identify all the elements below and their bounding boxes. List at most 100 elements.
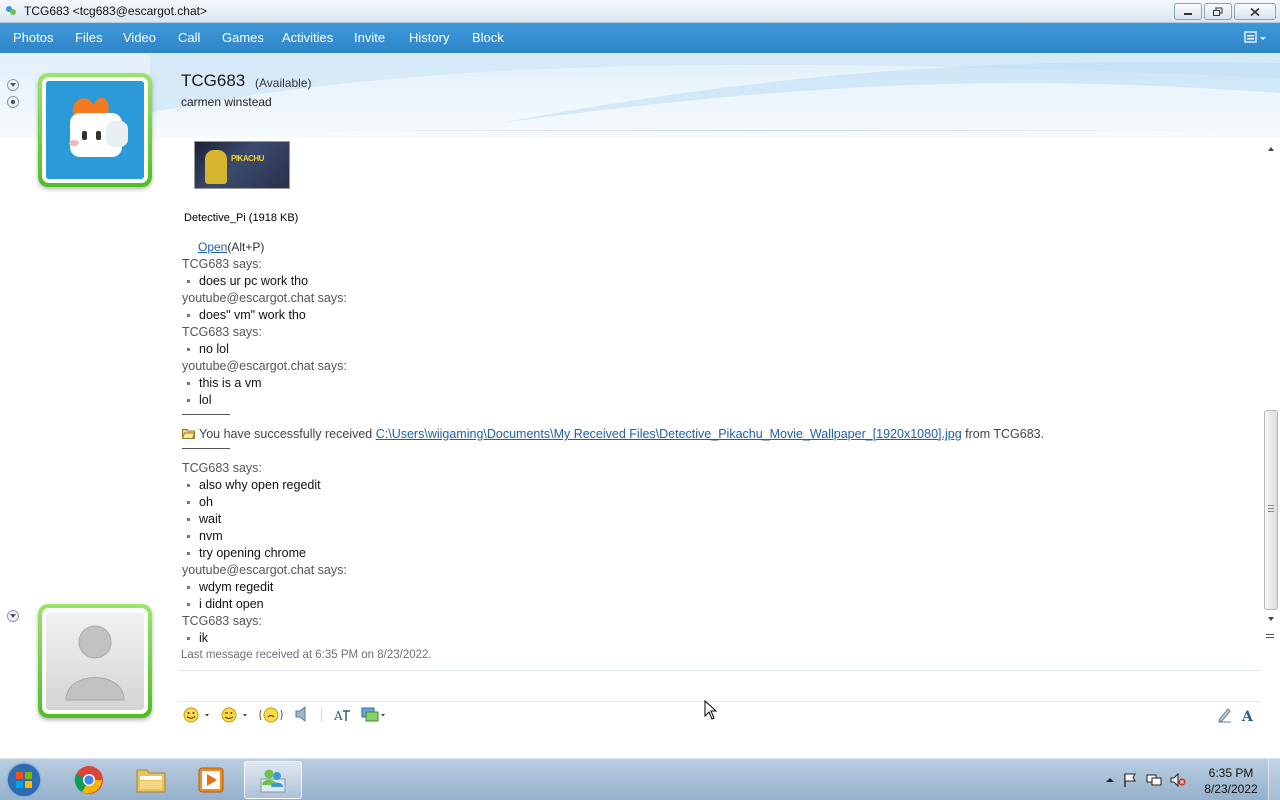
message-line: wdym regedit: [187, 580, 273, 594]
scrollbar-thumb[interactable]: [1264, 410, 1278, 610]
network-icon[interactable]: [1146, 773, 1162, 787]
open-shortcut: (Alt+P): [227, 240, 265, 254]
ink-pen-icon[interactable]: [1216, 706, 1234, 724]
message-line: no lol: [187, 342, 229, 356]
restore-button[interactable]: [1204, 3, 1232, 20]
menu-files[interactable]: Files: [75, 30, 102, 45]
thumbnail-figure: [205, 150, 227, 184]
file-caption: Detective_Pi (1918 KB): [184, 212, 299, 224]
sender-label: TCG683 says:: [182, 614, 262, 628]
last-message-status: Last message received at 6:35 PM on 8/23…: [181, 649, 432, 661]
menu-invite[interactable]: Invite: [354, 30, 385, 45]
message-line: ik: [187, 631, 208, 645]
contact-avatar[interactable]: [38, 73, 152, 187]
taskbar-explorer[interactable]: [122, 761, 180, 799]
collapse-arrow-button[interactable]: [7, 79, 19, 91]
svg-text:A: A: [1241, 709, 1254, 724]
minimize-button[interactable]: [1174, 3, 1202, 20]
menu-block[interactable]: Block: [472, 30, 504, 45]
separator: [182, 448, 230, 449]
taskbar-messenger[interactable]: [244, 761, 302, 799]
volume-muted-icon[interactable]: [1170, 773, 1186, 787]
menu-history[interactable]: History: [409, 30, 449, 45]
menu-games[interactable]: Games: [222, 30, 264, 45]
separator: [182, 414, 230, 415]
action-center-flag-icon[interactable]: [1122, 773, 1138, 787]
message-line: nvm: [187, 529, 223, 543]
chevron-down-icon: [10, 83, 16, 87]
title-bar: TCG683 <tcg683@escargot.chat>: [0, 0, 1280, 23]
folder-icon: [182, 429, 195, 439]
show-hidden-icons-icon[interactable]: [1102, 773, 1118, 787]
taskbar-clock[interactable]: 6:35 PM 8/23/2022: [1196, 765, 1266, 797]
voice-clip-button[interactable]: [292, 706, 312, 724]
menu-photos[interactable]: Photos: [13, 30, 53, 45]
message-line: does" vm" work tho: [187, 308, 306, 322]
mouse-cursor-icon: [704, 700, 718, 720]
window-title: TCG683 <tcg683@escargot.chat>: [24, 4, 207, 18]
svg-text:A: A: [333, 709, 343, 723]
status-toggle-button[interactable]: [7, 96, 19, 108]
open-file-row: Open(Alt+P): [198, 240, 264, 254]
status-dot-icon: [10, 99, 16, 105]
sender-label: youtube@escargot.chat says:: [182, 291, 347, 305]
message-line: oh: [187, 495, 213, 509]
media-player-icon: [198, 767, 224, 793]
restore-icon: [1213, 7, 1223, 16]
taskbar-chrome[interactable]: [60, 761, 118, 799]
default-user-icon: [46, 612, 144, 710]
clock-time: 6:35 PM: [1208, 766, 1254, 780]
wink-button[interactable]: [220, 706, 250, 724]
show-desktop-button[interactable]: [1268, 759, 1280, 800]
sender-label: youtube@escargot.chat says:: [182, 359, 347, 373]
menu-bar: Photos Files Video Call Games Activities…: [0, 23, 1280, 53]
menu-video[interactable]: Video: [123, 30, 156, 45]
messenger-icon: [260, 769, 286, 793]
chrome-icon: [74, 766, 103, 794]
message-line: i didnt open: [187, 597, 264, 611]
nudge-button[interactable]: [258, 706, 284, 724]
message-line: also why open regedit: [187, 478, 321, 492]
contact-name: TCG683: [181, 71, 246, 90]
message-input[interactable]: [178, 676, 1260, 700]
sender-label: TCG683 says:: [182, 325, 262, 339]
taskbar: 6:35 PM 8/23/2022: [0, 758, 1280, 800]
conversation-pane: PIKACHU Detective_Pi (1918 KB) Open(Alt+…: [176, 138, 1262, 668]
conversation-scrollbar[interactable]: [1262, 138, 1280, 658]
message-line: wait: [187, 512, 221, 526]
pane-resize-icon[interactable]: [1264, 631, 1276, 641]
chevron-down-icon: [10, 614, 16, 618]
folder-icon: [136, 769, 166, 793]
taskbar-media-player[interactable]: [182, 761, 240, 799]
toolbar-separator: [321, 708, 322, 722]
received-file-link[interactable]: C:\Users\wiigaming\Documents\My Received…: [376, 427, 962, 441]
input-toolbar: A A: [178, 701, 1260, 727]
header-divider: [290, 130, 1220, 131]
background-button[interactable]: [360, 706, 388, 724]
contact-status: (Available): [255, 76, 312, 90]
message-line: does ur pc work tho: [187, 274, 308, 288]
start-button[interactable]: [4, 761, 44, 799]
user-avatar[interactable]: [38, 604, 152, 718]
menu-activities[interactable]: Activities: [282, 30, 333, 45]
sender-label: TCG683 says:: [182, 461, 262, 475]
contact-personal-message: carmen winstead: [181, 95, 272, 109]
font-button[interactable]: A: [1240, 706, 1258, 724]
scroll-up-icon[interactable]: [1266, 144, 1276, 154]
menu-call[interactable]: Call: [178, 30, 200, 45]
collapse-arrow-button-bottom[interactable]: [7, 610, 19, 622]
handwriting-button[interactable]: A: [332, 706, 352, 724]
file-thumbnail[interactable]: PIKACHU: [194, 141, 290, 189]
file-received-notice: You have successfully received C:\Users\…: [182, 427, 1044, 441]
scroll-down-icon[interactable]: [1266, 614, 1276, 624]
messenger-icon: [6, 6, 16, 15]
sender-label: youtube@escargot.chat says:: [182, 563, 347, 577]
close-button[interactable]: [1234, 3, 1276, 20]
close-icon: [1250, 7, 1260, 16]
open-file-link[interactable]: Open: [198, 240, 227, 254]
escargot-avatar-icon: [46, 81, 144, 179]
clock-date: 8/23/2022: [1204, 782, 1258, 796]
menu-options-icon[interactable]: [1244, 30, 1268, 46]
emoticon-button[interactable]: [182, 706, 212, 724]
minimize-icon: [1184, 12, 1192, 15]
